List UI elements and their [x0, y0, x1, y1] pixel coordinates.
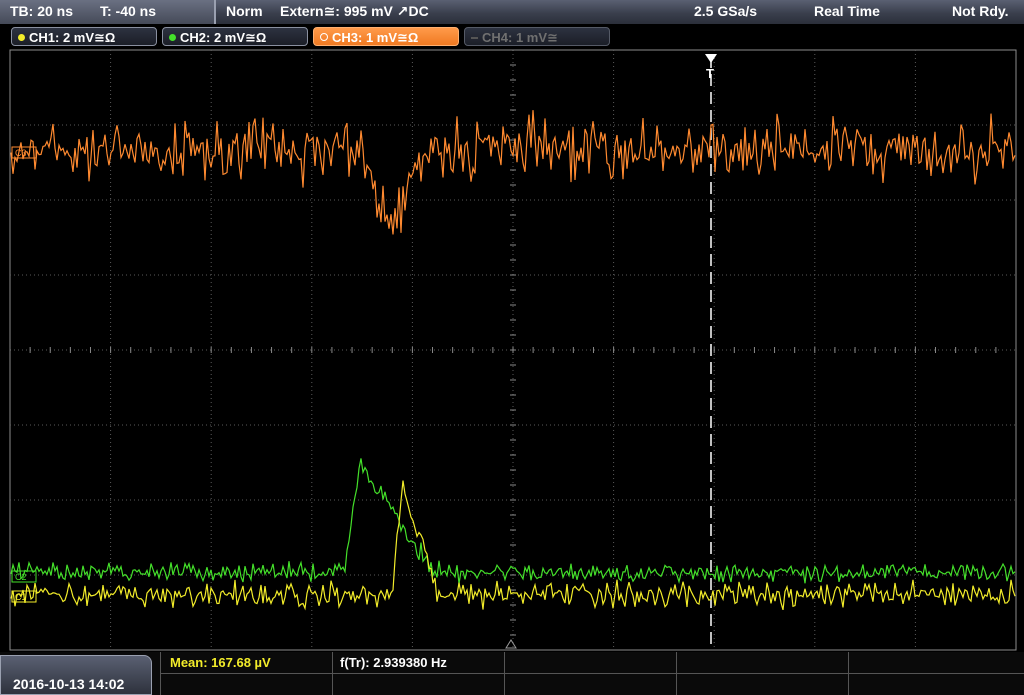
status-bar: TB: 20 ns T: -40 ns Norm Extern≅: 995 mV…	[0, 0, 1024, 24]
datetime: 2016-10-13 14:02	[13, 676, 125, 692]
ch3-label: CH3: 1 mV≅Ω	[332, 30, 419, 45]
trigger-source[interactable]: Extern≅: 995 mV ↗DC	[280, 3, 429, 20]
mean-measurement[interactable]: Mean: 167.68 µV	[170, 655, 271, 670]
timebase-box[interactable]: TB: 20 ns T: -40 ns	[0, 0, 216, 24]
channel-tab-ch4[interactable]: CH4: 1 mV≅	[464, 27, 610, 46]
acquisition-mode[interactable]: Real Time	[814, 3, 880, 19]
waveform-display[interactable]: T C3 C2 C1	[0, 48, 1024, 652]
channel-tab-ch1[interactable]: CH1: 2 mV≅Ω	[11, 27, 157, 46]
ch2-indicator-icon	[169, 34, 176, 41]
channel-tab-ch3[interactable]: CH3: 1 mV≅Ω	[313, 27, 459, 46]
svg-text:C1: C1	[15, 592, 27, 602]
acquisition-status: Not Rdy.	[952, 3, 1009, 19]
ch3-indicator-icon	[320, 33, 328, 41]
svg-text:C3: C3	[15, 148, 27, 158]
ch1-indicator-icon	[18, 34, 25, 41]
ch4-off-icon	[471, 37, 478, 39]
channel-tab-ch2[interactable]: CH2: 2 mV≅Ω	[162, 27, 308, 46]
sample-rate[interactable]: 2.5 GSa/s	[694, 3, 757, 19]
ch4-label: CH4: 1 mV≅	[482, 30, 558, 45]
trigger-mode[interactable]: Norm	[226, 3, 263, 19]
ch2-label: CH2: 2 mV≅Ω	[180, 30, 267, 45]
datetime-box: 2016-10-13 14:02	[0, 655, 152, 695]
frequency-measurement[interactable]: f(Tr): 2.939380 Hz	[340, 655, 447, 670]
ch1-label: CH1: 2 mV≅Ω	[29, 30, 116, 45]
trigger-label: T	[706, 66, 714, 81]
trigger-time-readout[interactable]: T: -40 ns	[100, 3, 156, 19]
svg-text:C2: C2	[15, 572, 27, 582]
timebase-readout[interactable]: TB: 20 ns	[10, 3, 73, 19]
